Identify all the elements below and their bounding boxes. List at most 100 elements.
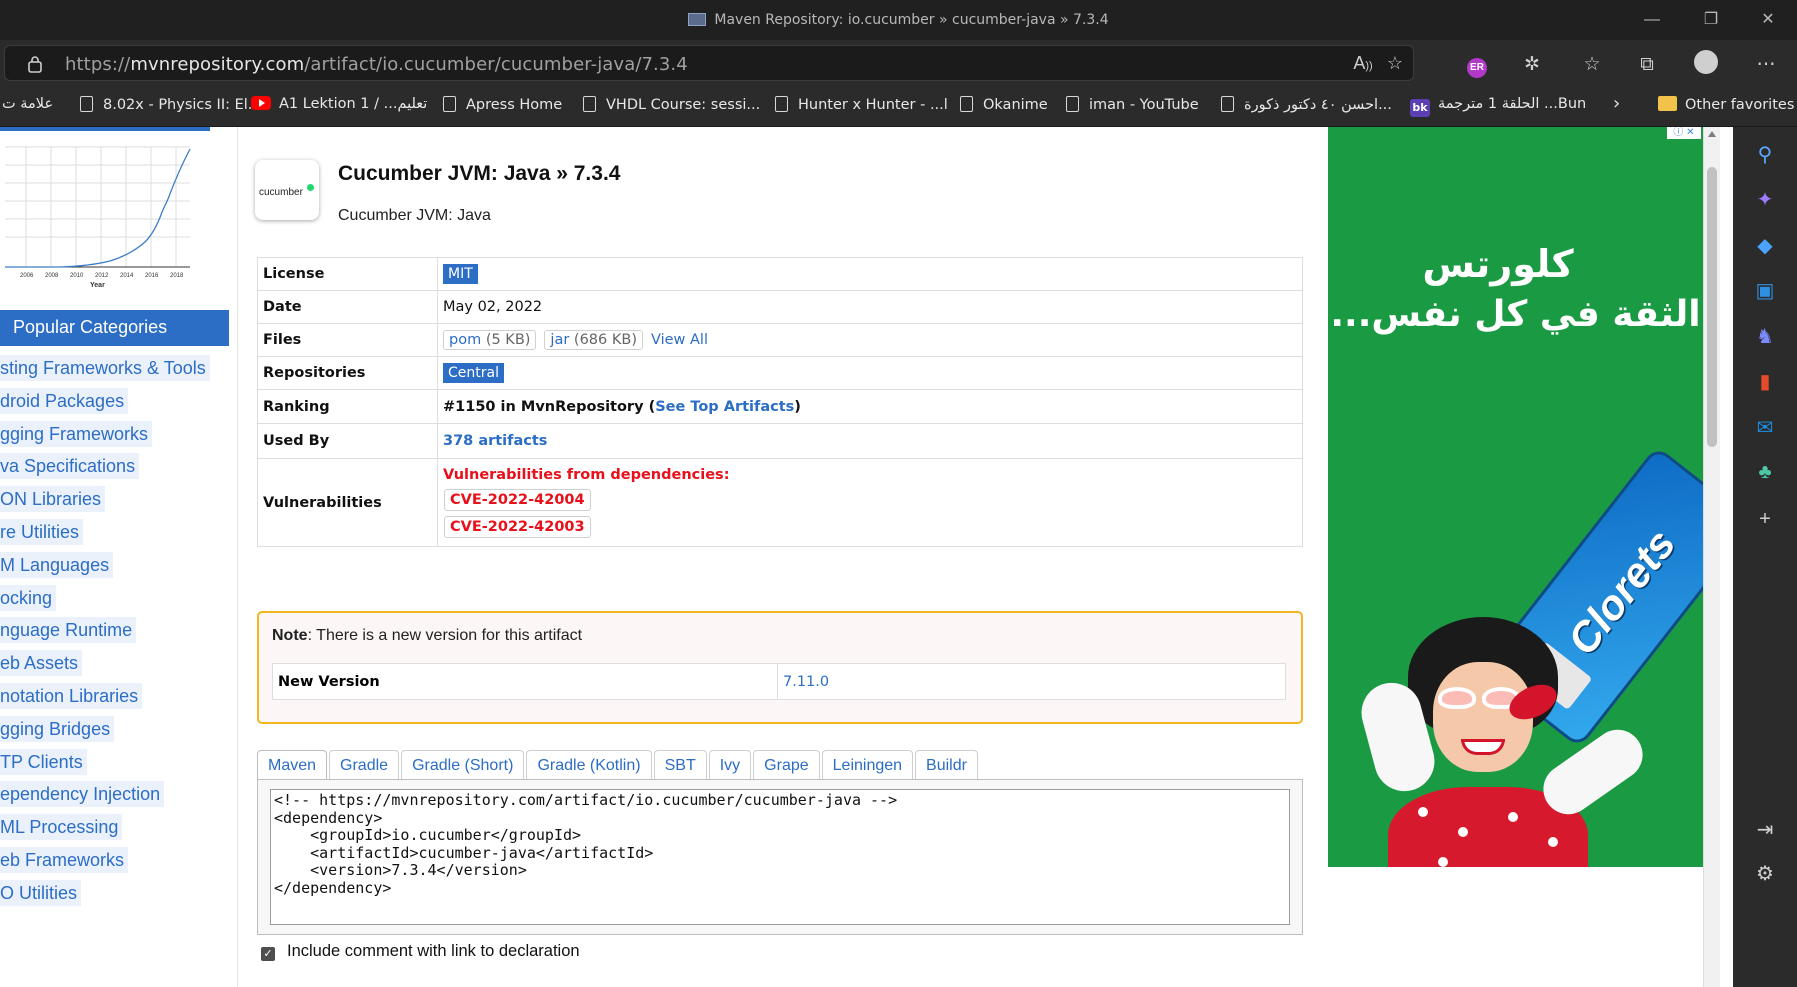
category-link[interactable]: eb Assets xyxy=(0,650,238,683)
favorite-item[interactable]: VHDL Course: sessi... xyxy=(583,96,760,113)
category-link[interactable]: TP Clients xyxy=(0,748,238,782)
minimize-button[interactable]: — xyxy=(1629,8,1675,32)
profile-avatar-icon[interactable] xyxy=(1691,50,1721,80)
read-aloud-icon[interactable]: A)) xyxy=(1349,49,1377,77)
other-favorites[interactable]: Other favorites xyxy=(1658,96,1794,113)
tab-gradle[interactable]: Gradle xyxy=(329,750,400,780)
category-link[interactable]: ML Processing xyxy=(0,814,238,847)
extensions-icon[interactable]: ✲ xyxy=(1517,50,1547,80)
favorites-icon[interactable]: ☆ xyxy=(1577,50,1607,80)
table-row: License MIT xyxy=(257,257,1303,291)
category-link[interactable]: notation Libraries xyxy=(0,682,238,716)
add-favorite-icon[interactable]: ☆ xyxy=(1381,49,1409,77)
used-by-link[interactable]: 378 artifacts xyxy=(443,433,547,449)
pom-download-button[interactable]: pom (5 KB) xyxy=(443,330,537,350)
see-top-artifacts-link[interactable]: See Top Artifacts xyxy=(655,399,794,415)
page-icon xyxy=(775,96,788,112)
hide-sidebar-icon[interactable]: ⇥ xyxy=(1751,816,1779,844)
license-badge[interactable]: MIT xyxy=(443,264,478,284)
tab-gradle-kotlin[interactable]: Gradle (Kotlin) xyxy=(526,750,652,780)
copilot-sparkle-icon[interactable]: ✦ xyxy=(1751,186,1779,214)
ad-choices-icon[interactable]: ⓘ ✕ xyxy=(1667,127,1701,139)
checkbox-checked-icon[interactable]: ✓ xyxy=(261,947,275,961)
favorite-item[interactable]: bk الحلقة 1 مترجمة ...Bun xyxy=(1410,96,1586,117)
tab-sbt[interactable]: SBT xyxy=(653,750,707,780)
license-label: License xyxy=(257,257,438,291)
office-icon[interactable]: ▮ xyxy=(1751,368,1779,396)
scrollbar-thumb[interactable] xyxy=(1707,167,1717,447)
jar-download-button[interactable]: jar (686 KB) xyxy=(544,330,643,350)
dependency-snippet-textarea[interactable] xyxy=(270,789,1290,925)
youtube-icon xyxy=(251,96,271,110)
view-all-link[interactable]: View All xyxy=(651,332,708,348)
table-row: Ranking #1150 in MvnRepository (See Top … xyxy=(257,389,1303,424)
window-title: Maven Repository: io.cucumber » cucumber… xyxy=(714,12,1109,28)
category-link[interactable]: va Specifications xyxy=(0,453,238,486)
category-link[interactable]: ON Libraries xyxy=(0,486,238,519)
category-link[interactable]: gging Bridges xyxy=(0,715,238,749)
window-titlebar: Maven Repository: io.cucumber » cucumber… xyxy=(0,0,1797,40)
new-version-link[interactable]: 7.11.0 xyxy=(783,674,829,690)
include-comment-checkbox-row[interactable]: ✓ Include comment with link to declaratio… xyxy=(261,942,580,961)
new-version-label: New Version xyxy=(272,663,778,700)
tab-maven[interactable]: Maven xyxy=(257,750,328,780)
category-link[interactable]: re Utilities xyxy=(0,518,238,552)
new-version-table: New Version 7.11.0 xyxy=(272,663,1286,700)
category-link[interactable]: O Utilities xyxy=(0,879,238,913)
shopping-tag-icon[interactable]: ◆ xyxy=(1751,232,1779,260)
category-link[interactable]: ocking xyxy=(0,584,238,618)
category-link[interactable]: gging Frameworks xyxy=(0,420,238,454)
favorite-item[interactable]: Hunter x Hunter - ...l xyxy=(775,96,948,113)
sidebar-settings-icon[interactable]: ⚙ xyxy=(1751,860,1779,888)
cve-link[interactable]: CVE-2022-42004 xyxy=(444,488,591,511)
address-bar[interactable]: https://mvnrepository.com/artifact/io.cu… xyxy=(4,45,1414,81)
more-menu-icon[interactable]: ⋯ xyxy=(1751,50,1781,80)
category-link[interactable]: ependency Injection xyxy=(0,781,238,814)
category-link[interactable]: nguage Runtime xyxy=(0,617,238,650)
outlook-icon[interactable]: ✉ xyxy=(1751,414,1779,442)
favorite-item[interactable]: احسن ٤٠ دكتور ذكورة... xyxy=(1221,96,1392,113)
central-badge[interactable]: Central xyxy=(443,363,504,383)
date-label: Date xyxy=(257,290,438,324)
profile-badge-icon[interactable]: ER xyxy=(1462,50,1492,80)
web-page: 2006 2008 2010 2012 2014 2016 2018 Year … xyxy=(0,127,1733,987)
category-link[interactable]: eb Frameworks xyxy=(0,846,238,880)
favorite-item[interactable]: Okanime xyxy=(960,96,1048,113)
category-link[interactable]: M Languages xyxy=(0,551,238,585)
collections-icon[interactable]: ⧉ xyxy=(1632,50,1662,80)
favorite-item[interactable]: Apress Home xyxy=(443,96,562,113)
tools-briefcase-icon[interactable]: ▣ xyxy=(1751,277,1779,305)
used-by-label: Used By xyxy=(257,423,438,459)
cucumber-logo: cucumber xyxy=(255,160,319,220)
chart-year-label: 2018 xyxy=(170,273,184,279)
chevron-right-icon[interactable]: › xyxy=(1613,93,1620,114)
cve-link[interactable]: CVE-2022-42003 xyxy=(444,515,591,538)
repositories-label: Repositories xyxy=(257,356,438,390)
search-icon[interactable]: ⚲ xyxy=(1751,141,1779,169)
date-value: May 02, 2022 xyxy=(437,290,1303,324)
page-scrollbar[interactable] xyxy=(1703,127,1720,987)
drop-tree-icon[interactable]: ♣ xyxy=(1751,458,1779,486)
favorite-item[interactable]: A1 Lektion 1 / ...تعليم xyxy=(251,96,427,112)
tab-ivy[interactable]: Ivy xyxy=(708,750,752,780)
favorite-item[interactable]: iman - YouTube xyxy=(1066,96,1199,113)
url-text[interactable]: https://mvnrepository.com/artifact/io.cu… xyxy=(65,54,688,75)
favorite-item[interactable]: 8.02x - Physics II: El... xyxy=(80,96,262,113)
favorite-item[interactable]: علامة ت xyxy=(2,96,53,112)
close-window-button[interactable]: ✕ xyxy=(1745,8,1791,32)
category-list: sting Frameworks & Tools droid Packages … xyxy=(0,355,238,913)
scroll-up-icon[interactable] xyxy=(1708,131,1716,137)
main-content: cucumber Cucumber JVM: Java » 7.3.4 Cucu… xyxy=(255,127,1303,987)
category-link[interactable]: sting Frameworks & Tools xyxy=(0,355,238,388)
restore-button[interactable]: ❐ xyxy=(1688,8,1734,32)
tab-leiningen[interactable]: Leiningen xyxy=(821,750,914,780)
tab-gradle-short[interactable]: Gradle (Short) xyxy=(401,750,525,780)
add-sidebar-item-icon[interactable]: + xyxy=(1751,505,1779,533)
table-row: Vulnerabilities Vulnerabilities from dep… xyxy=(257,458,1303,547)
tab-buildr[interactable]: Buildr xyxy=(915,750,978,780)
browser-sidebar: ⚲ ✦ ◆ ▣ ♞ ▮ ✉ ♣ + ⇥ ⚙ xyxy=(1733,127,1797,987)
tab-grape[interactable]: Grape xyxy=(753,750,820,780)
category-link[interactable]: droid Packages xyxy=(0,387,238,421)
advertisement-banner[interactable]: ⓘ ✕ كلورتس الثقة في كل نفس... Clorets xyxy=(1328,127,1703,867)
games-icon[interactable]: ♞ xyxy=(1751,323,1779,351)
